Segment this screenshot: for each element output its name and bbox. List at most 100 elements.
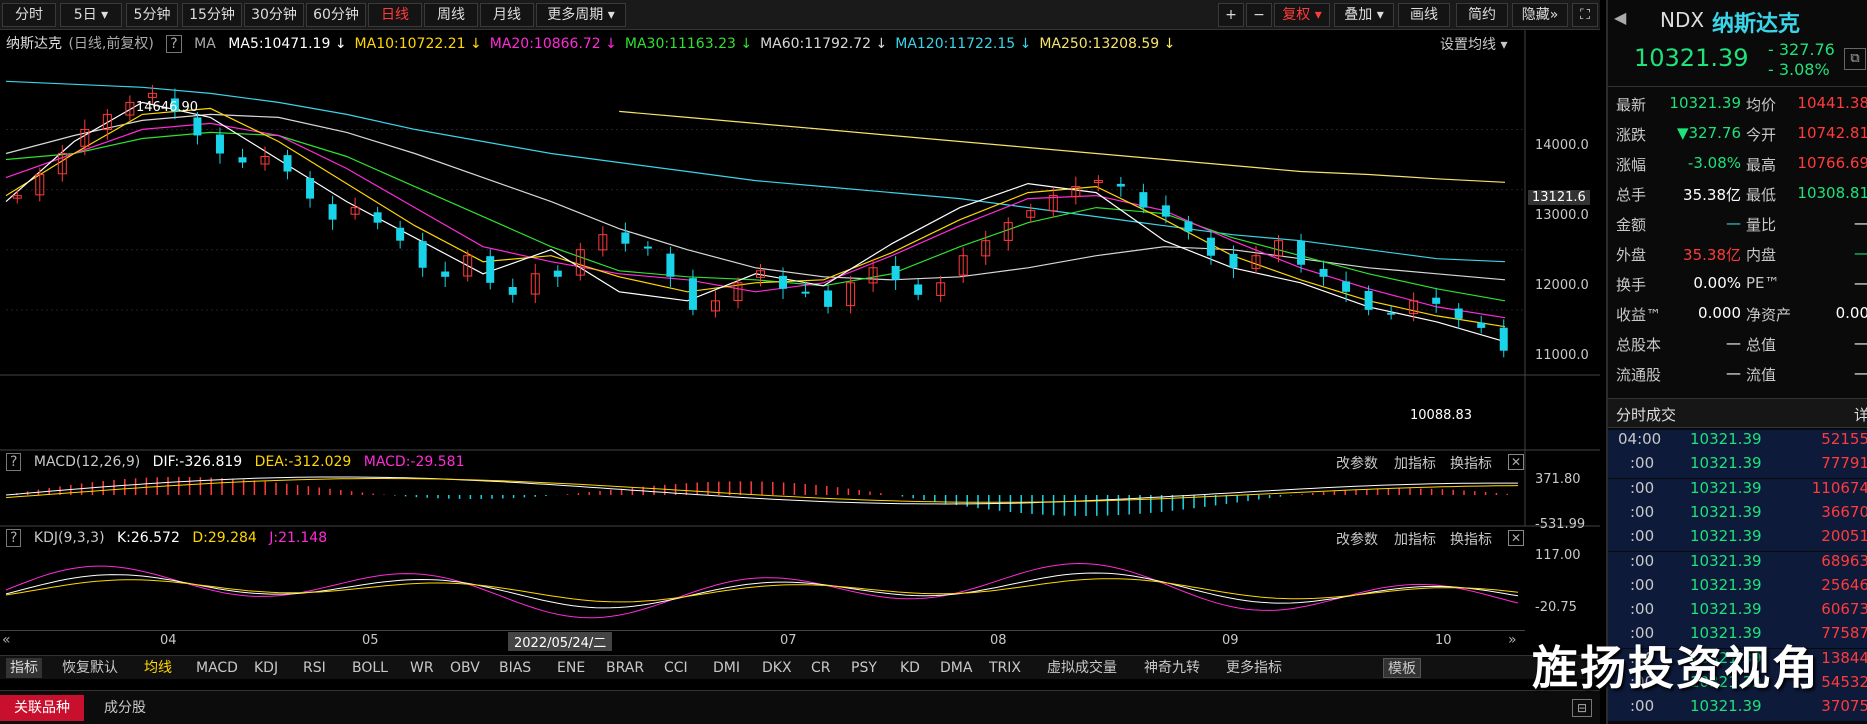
zoom-out-button[interactable]: − — [1246, 3, 1272, 27]
tick-volume: 77791 — [1821, 454, 1867, 473]
indicator-tab[interactable]: CR — [807, 658, 835, 678]
tick-time: :00 — [1630, 454, 1655, 473]
quote-change-pct: - 3.08% — [1768, 60, 1830, 79]
period-tab-5day[interactable]: 5日 ▾ — [60, 3, 122, 27]
indicator-tab[interactable]: BOLL — [348, 658, 392, 678]
indicator-tab[interactable]: 均线 — [140, 658, 176, 678]
indicator-tab[interactable]: 虚拟成交量 — [1043, 658, 1121, 678]
zoom-in-button[interactable]: + — [1218, 3, 1244, 27]
tick-time: :00 — [1630, 697, 1655, 716]
switch-indicator-button[interactable]: 换指标 — [1450, 453, 1492, 473]
period-tab-monthly[interactable]: 月线 — [480, 3, 534, 27]
candle-body — [779, 275, 788, 289]
price-tick: 12000.0 — [1535, 278, 1589, 293]
expand-icon[interactable]: ⧉ — [1844, 48, 1866, 70]
change-params-button[interactable]: 改参数 — [1336, 453, 1378, 473]
stat-label: PE™ — [1746, 274, 1780, 292]
indicator-tab[interactable]: TRIX — [985, 658, 1025, 678]
simple-button[interactable]: 简约 — [1456, 3, 1508, 27]
kline-chart-area[interactable]: 纳斯达克 (日线,前复权) ? MA MA5:10471.19 ↓ MA10:10… — [0, 30, 1600, 660]
period-tab-5min[interactable]: 5分钟 — [126, 3, 178, 27]
indicator-tab[interactable]: DMA — [936, 658, 976, 678]
indicator-tab[interactable]: MACD — [192, 658, 242, 678]
tick-price: 10321.39 — [1690, 697, 1762, 716]
candle-body — [373, 212, 382, 223]
macd-value: MACD:-29.581 — [363, 454, 465, 470]
tick-volume: 20051 — [1821, 527, 1867, 546]
hide-label: 隐藏 — [1521, 7, 1550, 23]
indicator-tab[interactable]: 恢复默认 — [58, 658, 122, 678]
tick-row: :00 10321.39 36670 — [1608, 502, 1867, 527]
period-tab-intraday[interactable]: 分时 — [2, 3, 56, 27]
indicator-tab[interactable]: BRAR — [602, 658, 648, 678]
scroll-left-icon[interactable]: « — [2, 632, 11, 648]
quote-change: - 327.76 — [1768, 40, 1835, 59]
cursor-date: 2022/05/24/二 — [508, 632, 613, 651]
candle-body — [418, 241, 427, 268]
ticks-header: 分时成交 详 — [1608, 398, 1867, 428]
candle-body — [643, 246, 652, 249]
switch-indicator-button[interactable]: 换指标 — [1450, 529, 1492, 549]
indicator-tab[interactable]: KDJ — [250, 658, 282, 678]
tick-price: 10321.39 — [1690, 551, 1762, 570]
tab-constituents[interactable]: 成分股 — [90, 695, 160, 721]
overlay-button[interactable]: 叠加 ▾ — [1334, 3, 1394, 27]
scroll-right-icon[interactable]: » — [1508, 632, 1517, 648]
tick-row: :00 10321.39 68963 — [1608, 551, 1867, 576]
candle-body — [1342, 281, 1351, 292]
draw-line-button[interactable]: 画线 — [1398, 3, 1450, 27]
indicator-tab[interactable]: DMI — [709, 658, 744, 678]
ticks-more-button[interactable]: 详 — [1854, 404, 1867, 425]
kdj-axis-bottom: -20.75 — [1535, 600, 1577, 615]
indicator-tab[interactable]: OBV — [446, 658, 484, 678]
prev-arrow-icon[interactable]: ◀ — [1614, 8, 1626, 27]
indicator-tab[interactable]: 模板 — [1383, 658, 1421, 678]
tab-related[interactable]: 关联品种 — [0, 695, 84, 721]
indicator-tab[interactable]: BIAS — [495, 658, 535, 678]
period-tab-60min[interactable]: 60分钟 — [306, 3, 366, 27]
indicator-tab[interactable]: RSI — [299, 658, 330, 678]
indicator-tab[interactable]: ENE — [553, 658, 589, 678]
help-icon[interactable]: ? — [6, 529, 22, 547]
stat-value: — — [1854, 364, 1867, 382]
indicator-tab[interactable]: 神奇九转 — [1140, 658, 1204, 678]
close-icon[interactable]: ✕ — [1508, 530, 1524, 546]
chevron-down-icon: ▾ — [1314, 7, 1322, 23]
tick-price: 10321.39 — [1690, 502, 1762, 521]
adjust-button[interactable]: 复权 ▾ — [1274, 3, 1330, 27]
candle-body — [891, 265, 900, 280]
fullscreen-icon[interactable]: ⛶ — [1572, 3, 1598, 27]
period-tab-weekly[interactable]: 周线 — [424, 3, 478, 27]
change-params-button[interactable]: 改参数 — [1336, 529, 1378, 549]
period-tab-more[interactable]: 更多周期 ▾ — [536, 3, 626, 27]
help-icon[interactable]: ? — [6, 453, 22, 471]
indicator-tab[interactable]: PSY — [847, 658, 881, 678]
tick-volume: 25646 — [1821, 575, 1867, 594]
stat-value: — — [1726, 214, 1741, 232]
period-tab-daily[interactable]: 日线 — [368, 3, 422, 27]
stat-label: 换手 — [1616, 276, 1647, 294]
current-price-tag: 13121.6 — [1528, 190, 1590, 205]
candle-body — [1116, 183, 1125, 187]
indicator-tab[interactable]: KD — [896, 658, 924, 678]
macd-axis-top: 371.80 — [1535, 472, 1581, 487]
chevron-down-icon: ▾ — [607, 7, 615, 23]
period-tab-15min[interactable]: 15分钟 — [182, 3, 242, 27]
candle-body — [1297, 240, 1306, 265]
stat-label: 收益™ — [1616, 306, 1662, 324]
indicator-tab[interactable]: 更多指标 — [1222, 658, 1286, 678]
tick-volume: 68963 — [1821, 551, 1867, 570]
period-tab-30min[interactable]: 30分钟 — [244, 3, 304, 27]
candle-body — [1184, 221, 1193, 232]
period-label: 5日 — [73, 7, 97, 23]
add-indicator-button[interactable]: 加指标 — [1394, 529, 1436, 549]
hide-button[interactable]: 隐藏» — [1512, 3, 1568, 27]
indicator-tab[interactable]: 指标 — [6, 658, 42, 678]
panel-toggle-icon[interactable]: ⊟ — [1572, 699, 1592, 717]
indicator-tab[interactable]: CCI — [660, 658, 692, 678]
stat-value: 10766.69 — [1797, 154, 1867, 172]
indicator-tab[interactable]: WR — [406, 658, 438, 678]
indicator-tab[interactable]: DKX — [758, 658, 796, 678]
add-indicator-button[interactable]: 加指标 — [1394, 453, 1436, 473]
close-icon[interactable]: ✕ — [1508, 454, 1524, 470]
